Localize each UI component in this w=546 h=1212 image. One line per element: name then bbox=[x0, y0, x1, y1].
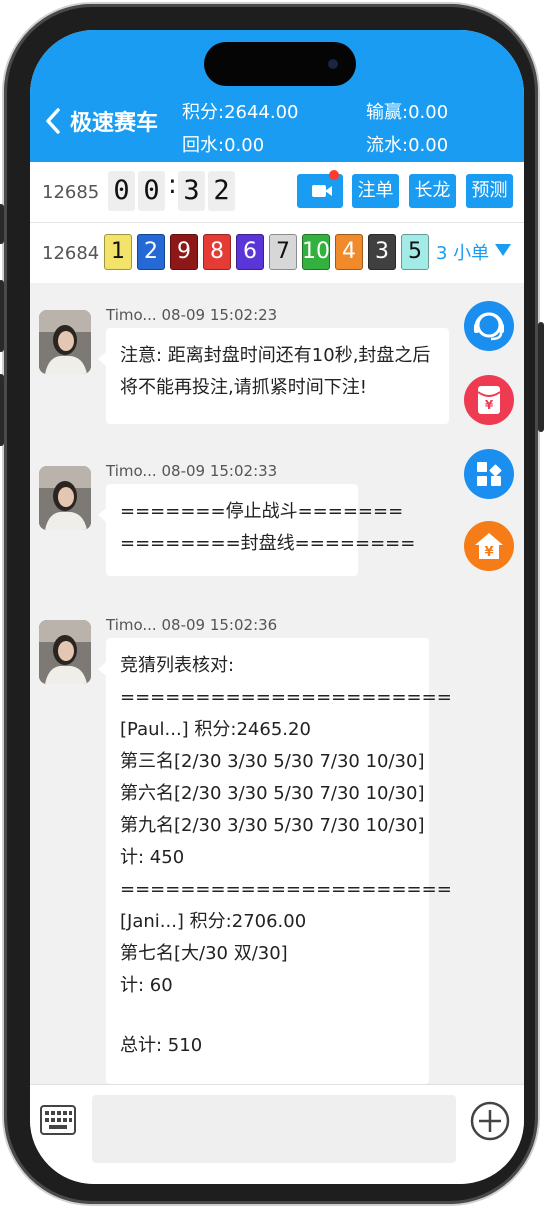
volume-down-button bbox=[0, 374, 4, 446]
message-meta: Timo... 08-09 15:02:23 bbox=[106, 306, 277, 324]
result-ball: 1 bbox=[104, 234, 132, 270]
message-line: =======停止战斗======= bbox=[120, 501, 404, 522]
avatar bbox=[39, 466, 91, 530]
home-yuan-icon[interactable]: ¥ bbox=[463, 520, 515, 572]
dynamic-island bbox=[204, 42, 356, 86]
avatar-photo bbox=[39, 620, 91, 684]
screen: 极速赛车 积分:2644.00 输赢:0.00 回水:0.00 流水:0.00 … bbox=[30, 30, 524, 1184]
message-line: [Paul...] 积分:2465.20 bbox=[120, 719, 311, 740]
avatar bbox=[39, 620, 91, 684]
message-time: 08-09 15:02:36 bbox=[161, 616, 278, 634]
countdown-digit: 3 bbox=[178, 171, 205, 211]
message-line: 竞猜列表核对: bbox=[120, 655, 235, 676]
mute-switch bbox=[0, 204, 4, 244]
chat-area[interactable]: Timo... 08-09 15:02:23 注意: 距离封盘时间还有10秒,封… bbox=[30, 284, 524, 1084]
last-issue-number: 12684 bbox=[42, 243, 100, 264]
bets-button[interactable]: 注单 bbox=[352, 174, 399, 208]
page-title: 极速赛车 bbox=[70, 111, 159, 136]
result-ball: 10 bbox=[302, 234, 330, 270]
message-line: ========封盘线======== bbox=[120, 533, 416, 554]
result-ball: 6 bbox=[236, 234, 264, 270]
predict-button[interactable]: 预测 bbox=[466, 174, 513, 208]
message-line: 总计: 510 bbox=[120, 1035, 203, 1056]
result-ball: 2 bbox=[137, 234, 165, 270]
apps-icon[interactable] bbox=[463, 448, 515, 500]
last-result-bar[interactable]: 12684 1 2 9 8 6 7 10 4 3 5 3 小单 bbox=[30, 223, 524, 283]
message-line: 第七名[大/30 双/30] bbox=[120, 943, 288, 964]
turnover-stat: 流水:0.00 bbox=[366, 135, 449, 156]
message-line bbox=[120, 1002, 415, 1030]
message-line: 注意: 距离封盘时间还有10秒,封盘之后 bbox=[120, 345, 431, 366]
message-line: 第三名[2/30 3/30 5/30 7/30 10/30] bbox=[120, 751, 425, 772]
avatar bbox=[39, 310, 91, 374]
avatar-photo bbox=[39, 310, 91, 374]
message-bubble: =======停止战斗======= ========封盘线======== bbox=[98, 484, 416, 576]
rebate-stat: 回水:0.00 bbox=[182, 135, 265, 156]
message-line: 第六名[2/30 3/30 5/30 7/30 10/30] bbox=[120, 783, 425, 804]
streak-button[interactable]: 长龙 bbox=[409, 174, 456, 208]
sender-name: Timo... bbox=[106, 616, 157, 634]
notification-dot bbox=[329, 170, 339, 180]
message-input-bar bbox=[30, 1084, 524, 1184]
countdown-digit: 0 bbox=[138, 171, 165, 211]
power-button bbox=[538, 322, 544, 432]
message-line: ====================== bbox=[120, 687, 452, 708]
result-ball: 5 bbox=[401, 234, 429, 270]
countdown-digit: 0 bbox=[108, 171, 135, 211]
message-line: ====================== bbox=[120, 879, 452, 900]
volume-up-button bbox=[0, 280, 4, 352]
video-camera-icon bbox=[312, 185, 326, 197]
countdown-digit: 2 bbox=[208, 171, 235, 211]
current-round-bar: 12685 0 0 : 3 2 注单 长龙 预测 bbox=[30, 162, 524, 223]
sender-name: Timo... bbox=[106, 306, 157, 324]
message-line: 第九名[2/30 3/30 5/30 7/30 10/30] bbox=[120, 815, 425, 836]
svg-text:¥: ¥ bbox=[485, 398, 494, 412]
current-issue-number: 12685 bbox=[42, 182, 100, 203]
result-ball: 8 bbox=[203, 234, 231, 270]
message-line: [Jani...] 积分:2706.00 bbox=[120, 911, 307, 932]
plus-icon[interactable] bbox=[470, 1101, 510, 1141]
message-bubble: 注意: 距离封盘时间还有10秒,封盘之后 将不能再投注,请抓紧时间下注! bbox=[98, 328, 449, 424]
keyboard-icon[interactable] bbox=[40, 1105, 76, 1135]
result-ball: 9 bbox=[170, 234, 198, 270]
message-input[interactable] bbox=[92, 1095, 456, 1163]
points-stat: 积分:2644.00 bbox=[182, 102, 299, 123]
message-line: 计: 450 bbox=[120, 847, 185, 868]
phone-frame: 极速赛车 积分:2644.00 输赢:0.00 回水:0.00 流水:0.00 … bbox=[0, 4, 544, 1204]
red-packet-icon[interactable]: ¥ bbox=[463, 374, 515, 426]
result-ball: 4 bbox=[335, 234, 363, 270]
expand-arrow-icon[interactable] bbox=[495, 244, 511, 256]
svg-text:¥: ¥ bbox=[484, 545, 493, 560]
customer-service-icon[interactable] bbox=[463, 300, 515, 352]
win-loss-stat: 输赢:0.00 bbox=[366, 102, 449, 123]
message-time: 08-09 15:02:33 bbox=[161, 462, 278, 480]
sender-name: Timo... bbox=[106, 462, 157, 480]
message-meta: Timo... 08-09 15:02:36 bbox=[106, 616, 277, 634]
message-time: 08-09 15:02:23 bbox=[161, 306, 278, 324]
back-arrow-icon[interactable] bbox=[44, 108, 62, 134]
message-line: 将不能再投注,请抓紧时间下注! bbox=[120, 377, 367, 398]
result-ball: 3 bbox=[368, 234, 396, 270]
countdown-colon: : bbox=[168, 170, 177, 200]
live-video-button[interactable] bbox=[297, 170, 343, 208]
result-ball: 7 bbox=[269, 234, 297, 270]
result-summary: 3 小单 bbox=[436, 243, 490, 264]
avatar-photo bbox=[39, 466, 91, 530]
message-bubble: 竞猜列表核对: ====================== [Paul...]… bbox=[98, 638, 452, 1084]
message-meta: Timo... 08-09 15:02:33 bbox=[106, 462, 277, 480]
message-line: 计: 60 bbox=[120, 975, 173, 996]
